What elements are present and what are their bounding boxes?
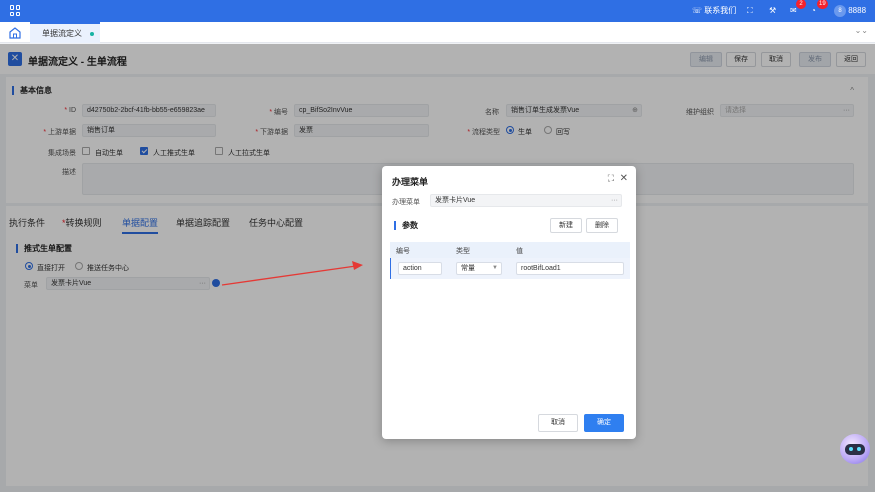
col-code: 编号 [396,248,410,255]
dialog-menu-label: 办理菜单 [392,199,420,206]
col-type: 类型 [456,248,470,255]
col-value: 值 [516,248,523,255]
new-param-button[interactable]: 新建 [550,218,582,233]
delete-param-button[interactable]: 删除 [586,218,618,233]
param-code-input[interactable]: action [398,262,442,275]
dialog-title: 办理菜单 [392,177,429,187]
table-row[interactable]: action 常量 ▼ rootBifLoad1 [390,258,630,279]
dialog-ok-button[interactable]: 确定 [584,414,624,432]
close-icon[interactable]: ✕ [620,173,628,184]
params-title: 参数 [394,221,418,230]
more-icon[interactable]: ··· [611,195,618,206]
dialog-menu-value: 发票卡片Vue [435,197,476,204]
caret-down-icon: ▼ [492,265,498,271]
param-type-select[interactable]: 常量 ▼ [456,262,502,275]
dialog-cancel-button[interactable]: 取消 [538,414,578,432]
param-value-input[interactable]: rootBifLoad1 [516,262,624,275]
robot-face [845,444,865,455]
param-type-value: 常量 [461,265,475,272]
dialog-menu-field[interactable]: 发票卡片Vue ··· [430,194,622,207]
maximize-icon[interactable]: ⛶ [608,173,614,184]
params-table-header: 编号 类型 值 [390,242,630,258]
handle-menu-dialog: 办理菜单 ⛶ ✕ 办理菜单 发票卡片Vue ··· 参数 新建 删除 编号 类型… [382,166,636,439]
assistant-robot-icon[interactable] [840,434,870,464]
